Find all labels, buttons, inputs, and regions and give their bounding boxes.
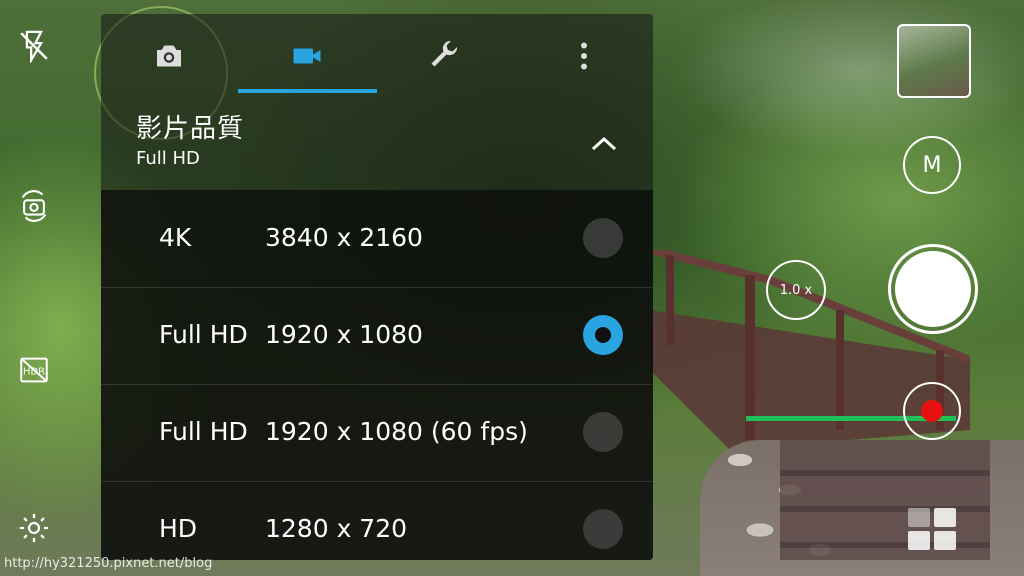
steps-scene bbox=[780, 440, 990, 560]
option-resolution: 3840 x 2160 bbox=[265, 223, 423, 252]
radio-button[interactable] bbox=[583, 412, 623, 452]
grid-cell bbox=[908, 508, 930, 527]
video-quality-header[interactable]: 影片品質 Full HD bbox=[101, 106, 653, 190]
option-4k[interactable]: 4K 3840 x 2160 bbox=[101, 190, 653, 288]
tab-photo[interactable] bbox=[144, 36, 194, 76]
option-name: HD bbox=[159, 514, 198, 543]
option-resolution: 1920 x 1080 (60 fps) bbox=[265, 417, 528, 446]
zoom-button[interactable]: 1.0 x bbox=[766, 260, 826, 320]
switch-camera-icon bbox=[21, 190, 47, 222]
radio-button[interactable] bbox=[583, 509, 623, 549]
hdr-off-icon: HDR bbox=[20, 357, 48, 383]
wrench-icon bbox=[431, 40, 458, 67]
option-resolution: 1280 x 720 bbox=[265, 514, 408, 543]
hdr-button[interactable]: HDR bbox=[14, 350, 54, 390]
radio-button-selected[interactable] bbox=[583, 315, 623, 355]
option-full-hd-60fps[interactable]: Full HD 1920 x 1080 (60 fps) bbox=[101, 384, 653, 482]
option-full-hd[interactable]: Full HD 1920 x 1080 bbox=[101, 287, 653, 385]
tab-video[interactable] bbox=[282, 36, 332, 76]
video-quality-title: 影片品質 bbox=[136, 114, 245, 144]
settings-tabs bbox=[101, 14, 653, 94]
chevron-up-icon bbox=[591, 136, 617, 151]
video-settings-panel: 影片品質 Full HD 4K 3840 x 2160 Full HD 1920… bbox=[101, 14, 653, 560]
camera-icon bbox=[157, 45, 181, 67]
shutter-button[interactable] bbox=[888, 244, 978, 334]
tab-tools[interactable] bbox=[420, 36, 470, 76]
gear-icon bbox=[19, 513, 49, 543]
flash-button[interactable] bbox=[14, 26, 54, 66]
flash-off-icon bbox=[20, 30, 48, 63]
option-resolution: 1920 x 1080 bbox=[265, 320, 423, 349]
settings-button[interactable] bbox=[14, 508, 54, 548]
record-button[interactable] bbox=[903, 382, 961, 440]
video-camera-icon bbox=[293, 48, 321, 64]
gallery-thumbnail[interactable] bbox=[897, 24, 971, 98]
video-quality-options: 4K 3840 x 2160 Full HD 1920 x 1080 Full … bbox=[101, 190, 653, 560]
grid-cell bbox=[908, 531, 930, 550]
watermark: http://hy321250.pixnet.net/blog bbox=[4, 556, 213, 571]
video-quality-value: Full HD bbox=[136, 148, 200, 169]
option-name: 4K bbox=[159, 223, 192, 252]
modes-grid-button[interactable] bbox=[908, 508, 956, 550]
tab-more[interactable] bbox=[559, 36, 609, 76]
more-vertical-icon bbox=[581, 42, 587, 70]
grid-cell bbox=[934, 508, 956, 527]
option-name: Full HD bbox=[159, 417, 248, 446]
switch-camera-button[interactable] bbox=[14, 186, 54, 226]
option-hd[interactable]: HD 1280 x 720 bbox=[101, 481, 653, 560]
active-tab-indicator bbox=[238, 89, 377, 93]
radio-button[interactable] bbox=[583, 218, 623, 258]
grid-cell bbox=[934, 531, 956, 550]
option-name: Full HD bbox=[159, 320, 248, 349]
manual-mode-button[interactable]: M bbox=[903, 136, 961, 194]
